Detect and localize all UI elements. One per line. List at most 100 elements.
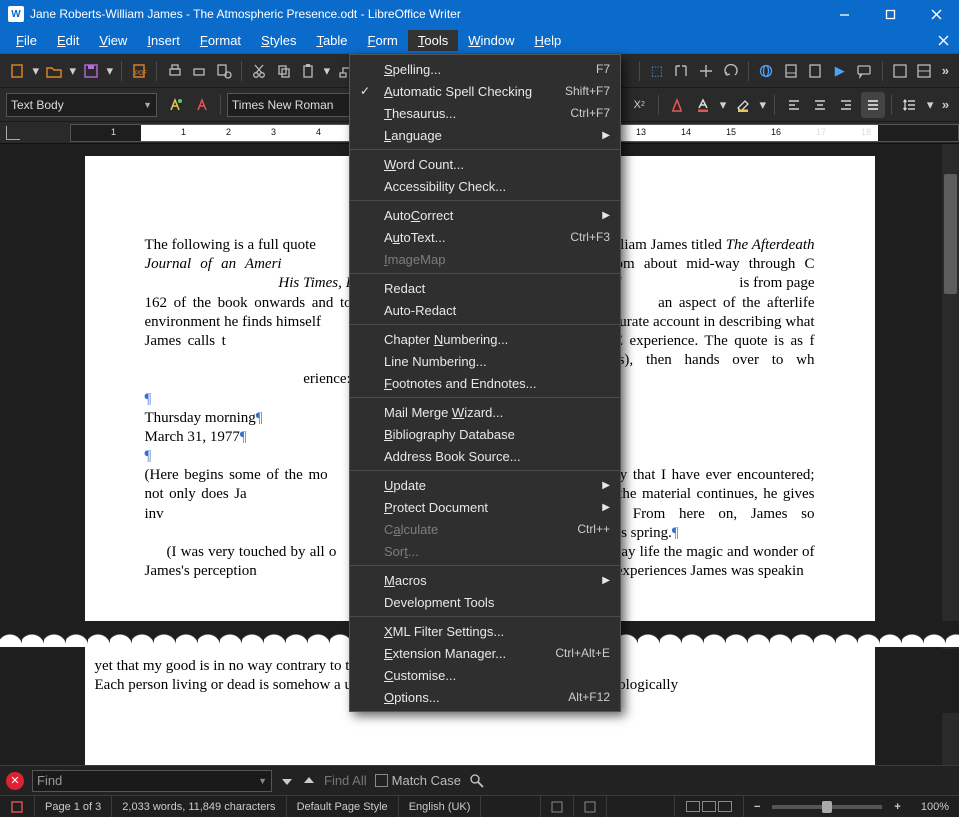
close-button[interactable] (913, 0, 959, 28)
tools-menu-item[interactable]: Bibliography Database (350, 423, 620, 445)
open-dropdown[interactable]: ▾ (68, 58, 78, 84)
update-style-button[interactable] (163, 92, 187, 118)
tools-menu-item[interactable]: Mail Merge Wizard... (350, 401, 620, 423)
tab-type-selector[interactable] (6, 126, 20, 140)
language-status[interactable]: English (UK) (399, 796, 482, 817)
cut-button[interactable] (248, 58, 271, 84)
new-doc-dropdown[interactable]: ▾ (31, 58, 41, 84)
paste-dropdown[interactable]: ▾ (322, 58, 332, 84)
menu-edit[interactable]: Edit (47, 30, 89, 51)
tools-menu-item[interactable]: Address Book Source... (350, 445, 620, 467)
align-justify-button[interactable] (861, 92, 885, 118)
find-and-replace-button[interactable] (469, 773, 485, 789)
align-left-button[interactable] (781, 92, 805, 118)
find-input[interactable]: Find ▼ (32, 770, 272, 792)
tools-menu-item[interactable]: XML Filter Settings... (350, 620, 620, 642)
insert-endnote-button[interactable] (804, 58, 827, 84)
tools-menu-item[interactable]: Spelling...F7 (350, 58, 620, 80)
signature-status[interactable] (574, 796, 607, 817)
font-color-dropdown[interactable]: ▾ (717, 92, 728, 118)
menu-table[interactable]: Table (306, 30, 357, 51)
tools-menu-item[interactable]: Update▶ (350, 474, 620, 496)
tools-menu-item[interactable]: Options...Alt+F12 (350, 686, 620, 708)
minimize-button[interactable] (821, 0, 867, 28)
page-status[interactable]: Page 1 of 3 (35, 796, 112, 817)
paste-button[interactable] (297, 58, 320, 84)
new-style-button[interactable] (190, 92, 214, 118)
manage-changes-icon[interactable] (913, 58, 936, 84)
menu-help[interactable]: Help (524, 30, 571, 51)
find-close-button[interactable]: ✕ (6, 772, 24, 790)
find-all-button[interactable]: Find All (324, 773, 367, 788)
tools-menu-item[interactable]: Language▶ (350, 124, 620, 146)
match-case-checkbox[interactable]: Match Case (375, 773, 461, 788)
menu-file[interactable]: File (6, 30, 47, 51)
close-document-button[interactable] (938, 35, 949, 46)
align-center-button[interactable] (808, 92, 832, 118)
tools-menu-item[interactable]: ✓Automatic Spell CheckingShift+F7 (350, 80, 620, 102)
selection-mode-status[interactable] (541, 796, 574, 817)
formatting-overflow-button[interactable]: » (938, 97, 953, 112)
tools-menu-item[interactable]: Line Numbering... (350, 350, 620, 372)
tools-menu-item[interactable]: Customise... (350, 664, 620, 686)
print-directly-button[interactable] (163, 58, 186, 84)
tools-menu-item[interactable]: Extension Manager...Ctrl+Alt+E (350, 642, 620, 664)
font-color-button[interactable] (691, 92, 715, 118)
menu-format[interactable]: Format (190, 30, 251, 51)
tools-menu-item[interactable]: Redact (350, 277, 620, 299)
insert-comment-button[interactable] (853, 58, 876, 84)
new-doc-button[interactable] (6, 58, 29, 84)
align-right-button[interactable] (834, 92, 858, 118)
zoom-percent[interactable]: 100% (911, 796, 959, 817)
tools-menu-item[interactable]: Protect Document▶ (350, 496, 620, 518)
tools-menu-item[interactable]: Accessibility Check... (350, 175, 620, 197)
tools-menu-item[interactable]: Chapter Numbering... (350, 328, 620, 350)
tools-menu-item[interactable]: Auto-Redact (350, 299, 620, 321)
menu-insert[interactable]: Insert (137, 30, 190, 51)
save-status-icon[interactable] (0, 796, 35, 817)
scrollbar-thumb[interactable] (944, 174, 957, 294)
zoom-in-button[interactable]: + (890, 801, 904, 813)
zoom-out-button[interactable]: − (750, 801, 764, 813)
line-spacing-button[interactable] (898, 92, 922, 118)
insert-mode-status[interactable] (481, 796, 541, 817)
tools-menu-item[interactable]: Footnotes and Endnotes... (350, 372, 620, 394)
tools-menu-item[interactable]: Macros▶ (350, 569, 620, 591)
menu-styles[interactable]: Styles (251, 30, 306, 51)
insert-field-button[interactable]: ⬚ (646, 58, 669, 84)
save-button[interactable] (80, 58, 103, 84)
insert-hyperlink-button[interactable] (755, 58, 778, 84)
highlight-button[interactable] (731, 92, 755, 118)
menu-view[interactable]: View (89, 30, 137, 51)
insert-footnote-button[interactable] (779, 58, 802, 84)
view-layout-buttons[interactable] (675, 796, 744, 817)
print-button[interactable] (188, 58, 211, 84)
find-next-button[interactable] (302, 774, 316, 788)
word-count-status[interactable]: 2,033 words, 11,849 characters (112, 796, 286, 817)
maximize-button[interactable] (867, 0, 913, 28)
paragraph-style-combo[interactable]: Text Body ▼ (6, 93, 157, 117)
page-style-status[interactable]: Default Page Style (287, 796, 399, 817)
tools-menu-item[interactable]: Word Count... (350, 153, 620, 175)
tools-menu-item[interactable]: Thesaurus...Ctrl+F7 (350, 102, 620, 124)
menu-window[interactable]: Window (458, 30, 524, 51)
find-prev-button[interactable] (280, 774, 294, 788)
line-spacing-dropdown[interactable]: ▾ (925, 92, 936, 118)
toolbar-overflow-button[interactable]: » (938, 63, 953, 78)
copy-button[interactable] (273, 58, 296, 84)
menu-tools[interactable]: Tools (408, 30, 458, 51)
zoom-slider[interactable] (772, 805, 882, 809)
subscript-button[interactable]: X2 (627, 92, 651, 118)
tools-menu-item[interactable]: AutoText...Ctrl+F3 (350, 226, 620, 248)
insert-bookmark-icon[interactable] (695, 58, 718, 84)
open-button[interactable] (43, 58, 66, 84)
tools-menu-item[interactable]: AutoCorrect▶ (350, 204, 620, 226)
menu-form[interactable]: Form (358, 30, 408, 51)
show-track-changes-icon[interactable] (889, 58, 912, 84)
track-changes-icon[interactable]: ▶ (828, 58, 851, 84)
save-dropdown[interactable]: ▾ (105, 58, 115, 84)
export-pdf-button[interactable]: PDF (128, 58, 151, 84)
clear-formatting-button[interactable] (664, 92, 688, 118)
insert-cross-ref-icon[interactable] (719, 58, 742, 84)
tools-menu-item[interactable]: Development Tools (350, 591, 620, 613)
